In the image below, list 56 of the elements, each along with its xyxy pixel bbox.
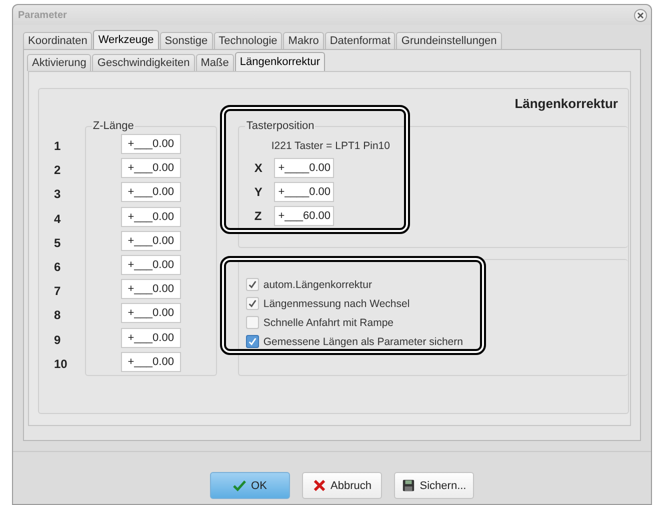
tab[interactable]: Sonstige	[160, 32, 213, 49]
axis-label: Z	[254, 209, 263, 223]
tab[interactable]: Werkzeuge	[93, 30, 159, 49]
tab[interactable]: Längenkorrektur	[234, 52, 325, 71]
panel-title: Längenkorrektur	[514, 96, 618, 111]
tab[interactable]: Koordinaten	[23, 32, 92, 49]
number-field[interactable]: +___0.00	[120, 303, 181, 324]
tab[interactable]: Grundeinstellungen	[396, 32, 502, 49]
check-icon	[233, 479, 246, 492]
row-number: 5	[53, 234, 62, 252]
number-field[interactable]: +___0.00	[120, 134, 181, 154]
tab[interactable]: Datenformat	[324, 32, 396, 49]
row-number: 3	[53, 186, 62, 204]
checkbox-label: Schnelle Anfahrt mit Rampe	[263, 316, 394, 328]
row-number: 10	[53, 356, 68, 373]
number-field[interactable]: +____0.00	[274, 182, 334, 202]
row-number: 2	[53, 162, 62, 180]
number-field[interactable]: +___0.00	[120, 352, 181, 372]
checkbox[interactable]	[246, 278, 260, 291]
probe-info: I221 Taster = LPT1 Pin10	[271, 140, 391, 152]
checkbox-label: Gemessene Längen als Parameter sichern	[263, 336, 463, 348]
tab[interactable]: Aktivierung	[27, 54, 92, 71]
row-number: 4	[53, 210, 62, 228]
row-number: 8	[53, 307, 62, 324]
tab[interactable]: Maße	[196, 54, 234, 71]
checkbox[interactable]	[246, 316, 260, 329]
row-number: 7	[53, 283, 62, 300]
axis-label: Y	[254, 185, 264, 199]
number-field[interactable]: +___0.00	[120, 158, 181, 178]
close-icon[interactable]	[634, 8, 647, 22]
number-field[interactable]: +___0.00	[120, 206, 181, 227]
group-title: Z-Länge	[92, 120, 135, 132]
number-field[interactable]: +___60.00	[274, 206, 334, 226]
tab[interactable]: Technologie	[214, 32, 282, 49]
window-title: Parameter	[18, 10, 67, 20]
group-title: Tasterposition	[245, 120, 316, 132]
cancel-button[interactable]: Abbruch	[302, 472, 382, 499]
row-number: 1	[53, 138, 62, 155]
number-field[interactable]: +___0.00	[120, 230, 181, 251]
cross-icon	[312, 479, 326, 492]
number-field[interactable]: +___0.00	[120, 254, 181, 275]
ok-button[interactable]: OK	[210, 472, 290, 499]
checkbox-label: autom.Längenkorrektur	[263, 278, 372, 290]
number-field[interactable]: +___0.00	[120, 182, 181, 202]
tab[interactable]: Makro	[283, 32, 324, 49]
checkbox[interactable]	[246, 335, 260, 348]
number-field[interactable]: +____0.00	[274, 158, 334, 178]
axis-label: X	[254, 161, 264, 175]
checkbox-label: Längenmessung nach Wechsel	[263, 298, 410, 310]
number-field[interactable]: +___0.00	[120, 279, 181, 300]
tab[interactable]: Geschwindigkeiten	[92, 54, 195, 71]
checkbox[interactable]	[246, 297, 260, 310]
row-number: 6	[53, 258, 62, 276]
save-button[interactable]: Sichern...	[394, 472, 474, 499]
number-field[interactable]: +___0.00	[120, 328, 181, 348]
row-number: 9	[53, 332, 62, 348]
